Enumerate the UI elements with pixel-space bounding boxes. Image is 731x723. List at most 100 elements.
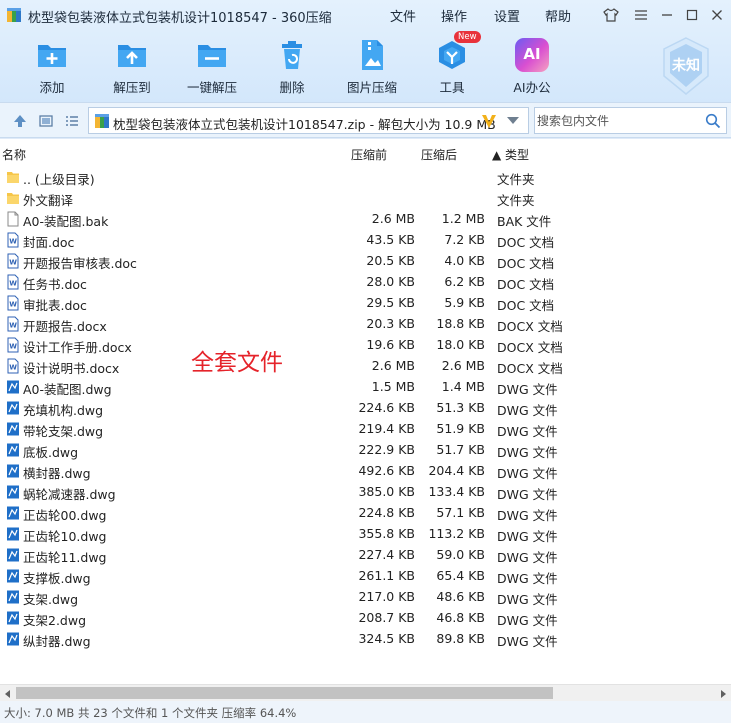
scroll-right-arrow[interactable] — [721, 690, 726, 698]
file-icon — [6, 211, 20, 227]
column-compressed-after[interactable]: 压缩后 — [421, 146, 457, 163]
minimize-button[interactable] — [656, 5, 678, 25]
skin-button[interactable] — [600, 5, 622, 25]
size-before: 355.8 KB — [358, 526, 415, 541]
file-name: 设计说明书.docx — [23, 361, 120, 376]
file-type: DWG 文件 — [497, 466, 558, 481]
table-row[interactable]: 正齿轮11.dwg 227.4 KB 59.0 KB DWG 文件 — [0, 544, 731, 565]
table-row[interactable]: W 任务书.doc 28.0 KB 6.2 KB DOC 文档 — [0, 271, 731, 292]
table-row[interactable]: 正齿轮10.dwg 355.8 KB 113.2 KB DWG 文件 — [0, 523, 731, 544]
svg-text:W: W — [9, 322, 17, 330]
table-row[interactable]: W 设计工作手册.docx 19.6 KB 18.0 KB DOCX 文档 — [0, 334, 731, 355]
size-before: 208.7 KB — [358, 610, 415, 625]
table-row[interactable]: 支架.dwg 217.0 KB 48.6 KB DWG 文件 — [0, 586, 731, 607]
menu-settings[interactable]: 设置 — [494, 6, 520, 25]
v-logo-icon[interactable] — [481, 113, 497, 129]
file-name: 底板.dwg — [23, 445, 79, 460]
security-shield-badge[interactable]: 未知 — [660, 36, 712, 96]
table-row[interactable]: 底板.dwg 222.9 KB 51.7 KB DWG 文件 — [0, 439, 731, 460]
word-doc-icon: W — [6, 337, 20, 353]
svg-text:W: W — [9, 238, 17, 246]
menu-help[interactable]: 帮助 — [545, 6, 571, 25]
dwg-file-icon — [6, 463, 20, 479]
add-button[interactable]: 添加 — [12, 34, 92, 98]
maximize-button[interactable] — [681, 5, 703, 25]
scrollbar-thumb[interactable] — [16, 687, 553, 699]
table-row[interactable]: 横封器.dwg 492.6 KB 204.4 KB DWG 文件 — [0, 460, 731, 481]
horizontal-scrollbar[interactable] — [0, 684, 731, 701]
extract-to-button[interactable]: 解压到 — [92, 34, 172, 98]
table-row[interactable]: A0-装配图.bak 2.6 MB 1.2 MB BAK 文件 — [0, 208, 731, 229]
file-name: 正齿轮11.dwg — [23, 550, 107, 565]
dwg-file-icon — [6, 484, 20, 500]
table-row[interactable]: A0-装配图.dwg 1.5 MB 1.4 MB DWG 文件 — [0, 376, 731, 397]
tools-button[interactable]: New 工具 — [412, 31, 492, 98]
file-type: DWG 文件 — [497, 529, 558, 544]
status-bar: 大小: 7.0 MB 共 23 个文件和 1 个文件夹 压缩率 64.4% — [0, 701, 731, 723]
table-row[interactable]: 纵封器.dwg 324.5 KB 89.8 KB DWG 文件 — [0, 628, 731, 649]
table-row[interactable]: W 设计说明书.docx 2.6 MB 2.6 MB DOCX 文档 — [0, 355, 731, 376]
dwg-file-icon — [6, 421, 20, 437]
svg-text:W: W — [9, 343, 17, 351]
table-row[interactable]: 支架2.dwg 208.7 KB 46.8 KB DWG 文件 — [0, 607, 731, 628]
size-after: 133.4 KB — [428, 484, 485, 499]
file-type: DWG 文件 — [497, 634, 558, 649]
dwg-file-icon — [6, 547, 20, 563]
delete-label: 删除 — [279, 80, 305, 95]
menu-operate[interactable]: 操作 — [441, 6, 467, 25]
shirt-icon — [603, 8, 619, 22]
up-arrow-icon[interactable] — [12, 113, 28, 129]
menu-file[interactable]: 文件 — [390, 6, 416, 25]
table-row[interactable]: W 封面.doc 43.5 KB 7.2 KB DOC 文档 — [0, 229, 731, 250]
add-label: 添加 — [39, 80, 65, 95]
table-row[interactable]: W 开题报告.docx 20.3 KB 18.8 KB DOCX 文档 — [0, 313, 731, 334]
table-row[interactable]: 支撑板.dwg 261.1 KB 65.4 KB DWG 文件 — [0, 565, 731, 586]
one-click-extract-button[interactable]: 一键解压 — [172, 34, 252, 98]
table-row[interactable]: .. (上级目录) 文件夹 — [0, 166, 731, 187]
column-type[interactable]: ▲ 类型 — [492, 146, 529, 163]
image-compress-button[interactable]: 图片压缩 — [332, 34, 412, 98]
file-name: 带轮支架.dwg — [23, 424, 104, 439]
list-header: 名称 压缩前 压缩后 ▲ 类型 — [0, 139, 731, 166]
delete-button[interactable]: 删除 — [252, 34, 332, 98]
close-button[interactable] — [706, 5, 728, 25]
list-view-icon[interactable] — [64, 113, 80, 129]
table-row[interactable]: 蜗轮减速器.dwg 385.0 KB 133.4 KB DWG 文件 — [0, 481, 731, 502]
thumbnail-view-icon[interactable] — [38, 113, 54, 129]
scroll-left-arrow[interactable] — [5, 690, 10, 698]
size-before: 1.5 MB — [371, 379, 415, 394]
file-name: 支架2.dwg — [23, 613, 87, 628]
ai-office-label: AI办公 — [513, 80, 551, 95]
file-name: 设计工作手册.docx — [23, 340, 132, 355]
table-row[interactable]: 带轮支架.dwg 219.4 KB 51.9 KB DWG 文件 — [0, 418, 731, 439]
column-name[interactable]: 名称 — [2, 146, 26, 163]
ai-office-button[interactable]: AI AI办公 — [492, 34, 572, 98]
svg-text:W: W — [9, 280, 17, 288]
dwg-file-icon — [6, 442, 20, 458]
size-before: 492.6 KB — [358, 463, 415, 478]
size-before: 217.0 KB — [358, 589, 415, 604]
file-name: .. (上级目录) — [23, 172, 95, 187]
table-row[interactable]: 正齿轮00.dwg 224.8 KB 57.1 KB DWG 文件 — [0, 502, 731, 523]
address-dropdown-arrow[interactable] — [507, 117, 519, 124]
menu-button[interactable] — [630, 5, 652, 25]
column-compressed-before[interactable]: 压缩前 — [351, 146, 387, 163]
size-after: 51.7 KB — [436, 442, 485, 457]
dwg-file-icon — [6, 631, 20, 647]
svg-text:W: W — [9, 259, 17, 267]
dwg-file-icon — [6, 505, 20, 521]
table-row[interactable]: 外文翻译 文件夹 — [0, 187, 731, 208]
delete-icon — [282, 41, 302, 69]
table-row[interactable]: W 审批表.doc 29.5 KB 5.9 KB DOC 文档 — [0, 292, 731, 313]
table-row[interactable]: W 开题报告审核表.doc 20.5 KB 4.0 KB DOC 文档 — [0, 250, 731, 271]
file-type: DOC 文档 — [497, 298, 555, 313]
search-input[interactable] — [537, 111, 697, 130]
size-before: 261.1 KB — [358, 568, 415, 583]
search-box[interactable] — [534, 107, 727, 134]
size-after: 57.1 KB — [436, 505, 485, 520]
address-bar[interactable]: 枕型袋包装液体立式包装机设计1018547.zip - 解包大小为 10.9 M… — [88, 107, 529, 134]
size-before: 20.3 KB — [366, 316, 415, 331]
table-row[interactable]: 充填机构.dwg 224.6 KB 51.3 KB DWG 文件 — [0, 397, 731, 418]
search-icon[interactable] — [705, 113, 721, 129]
file-name: 蜗轮减速器.dwg — [23, 487, 116, 502]
